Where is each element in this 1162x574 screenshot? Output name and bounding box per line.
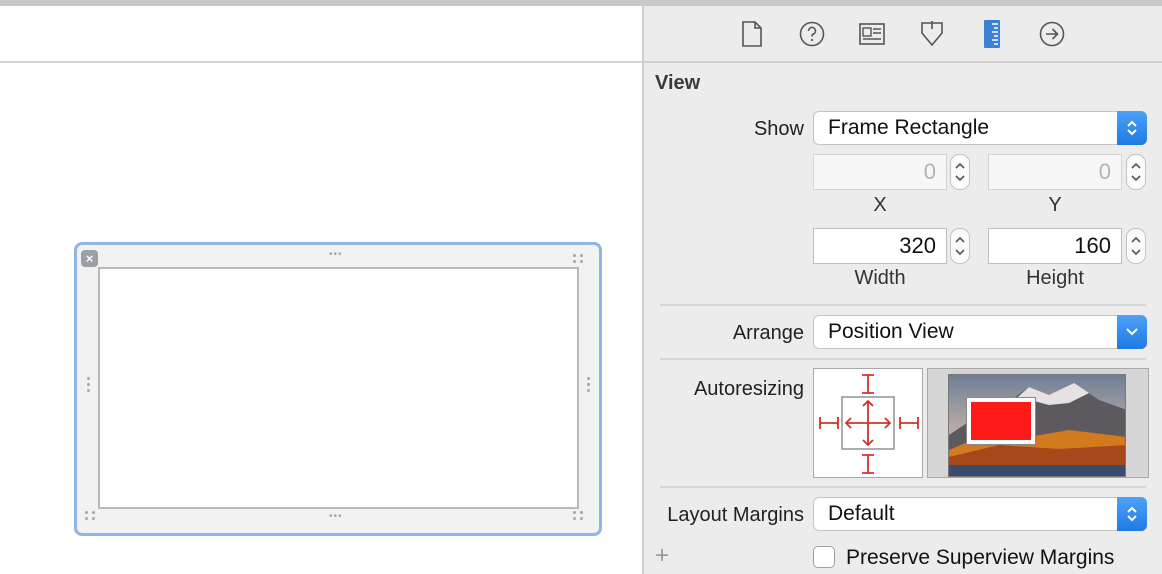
size-ruler-icon[interactable] [978,20,1006,48]
height-stepper[interactable] [1126,228,1146,264]
bottom-left-resize-handle[interactable] [85,511,97,521]
selected-view[interactable]: × ••• ••• [74,242,602,536]
arrange-popup[interactable]: Position View [813,315,1147,349]
preview-view-rect [971,402,1031,440]
show-popup-value: Frame Rectangle [828,116,990,139]
bottom-resize-handle[interactable]: ••• [329,512,343,522]
right-resize-handle[interactable] [587,377,591,395]
inspector-tab-bar [644,6,1162,63]
bottom-right-resize-handle[interactable] [573,511,585,521]
up-down-chevron-icon [1117,497,1147,531]
left-resize-handle[interactable] [87,377,91,395]
section-title: View [655,72,701,94]
x-label: X [873,194,887,216]
y-field[interactable]: 0 [988,154,1122,190]
help-icon[interactable] [798,20,826,48]
autoresizing-mask-editor[interactable] [813,368,923,478]
layout-margins-label: Layout Margins [667,504,804,526]
arrange-label: Arrange [732,322,804,344]
height-field[interactable]: 160 [988,228,1122,264]
layout-margins-popup[interactable]: Default [813,497,1147,531]
separator [660,358,1146,360]
show-popup[interactable]: Frame Rectangle [813,111,1147,145]
width-label: Width [854,267,906,289]
show-label: Show [753,118,804,140]
width-field[interactable]: 320 [813,228,947,264]
content-view[interactable] [98,267,579,509]
preserve-superview-margins-checkbox[interactable] [813,546,835,568]
arrange-popup-value: Position View [828,320,954,343]
autoresizing-springs-icon [819,374,919,474]
separator [660,486,1146,488]
size-inspector: View Show Frame Rectangle 0 0 X Y 320 16… [644,6,1162,574]
canvas-toolbar [0,6,642,63]
top-resize-handle[interactable]: ••• [329,250,343,260]
preview-frame [966,397,1036,445]
add-icon[interactable]: + [655,542,669,570]
separator [660,304,1146,306]
preserve-superview-margins-label[interactable]: Preserve Superview Margins [846,546,1114,570]
layout-margins-value: Default [828,502,895,525]
chevron-down-icon [1117,315,1147,349]
x-field[interactable]: 0 [813,154,947,190]
y-label: Y [1048,194,1062,216]
x-stepper[interactable] [950,154,970,190]
width-stepper[interactable] [950,228,970,264]
attributes-icon[interactable] [918,20,946,48]
height-label: Height [1026,267,1084,289]
file-icon[interactable] [738,20,766,48]
identity-icon[interactable] [858,20,886,48]
xcode-window: × ••• ••• View Show Frame Rectangle 0 0 … [0,0,1162,574]
y-stepper[interactable] [1126,154,1146,190]
close-icon[interactable]: × [81,250,98,267]
top-right-resize-handle[interactable] [573,254,585,264]
autoresizing-preview [927,368,1149,478]
up-down-chevron-icon [1117,111,1147,145]
interface-builder-canvas[interactable]: × ••• ••• [0,6,642,574]
autoresizing-label: Autoresizing [693,378,804,400]
connections-arrow-icon[interactable] [1038,20,1066,48]
